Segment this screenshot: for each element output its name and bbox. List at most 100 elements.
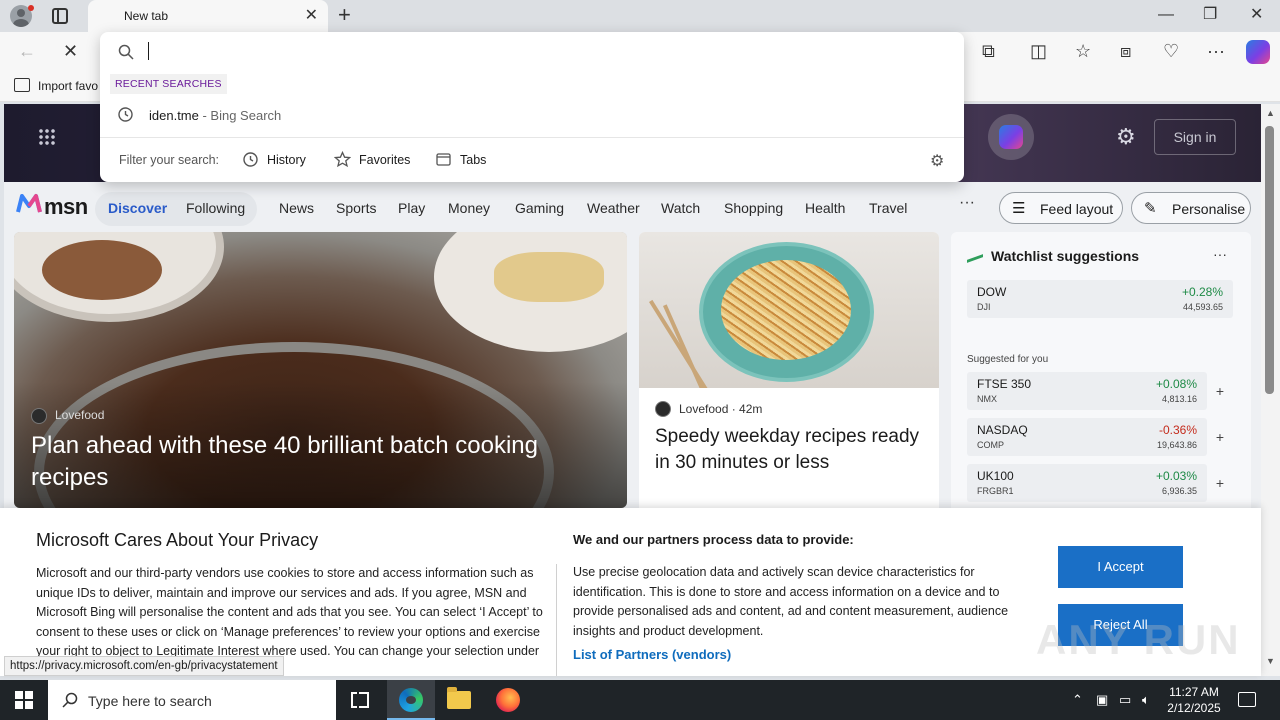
split-screen-icon[interactable]: ◫ (1030, 41, 1047, 61)
stock-value: 19,643.86 (1156, 440, 1197, 450)
restore-icon[interactable]: ❐ (1203, 6, 1217, 24)
stock-value: 6,936.35 (1161, 486, 1197, 496)
msn-logo-text: msn (44, 194, 88, 219)
stock-row-nasdaq[interactable]: NASDAQ COMP -0.36% 19,643.86 (967, 418, 1207, 456)
search-settings-gear-icon[interactable]: ⚙ (930, 151, 944, 171)
personalise-label: Personalise (1172, 201, 1246, 217)
add-to-watchlist-icon[interactable]: + (1211, 382, 1229, 400)
stock-row-dow[interactable]: DOW DJI +0.28% 44,593.65 (967, 280, 1233, 318)
collections-icon[interactable]: ⧈ (1120, 41, 1131, 61)
apps-grid-icon[interactable] (38, 128, 56, 146)
add-to-watchlist-icon[interactable]: + (1211, 428, 1229, 446)
taskbar-search-box[interactable]: Type here to search (48, 680, 336, 720)
nav-travel[interactable]: Travel (869, 200, 907, 216)
source-logo-icon (31, 408, 47, 424)
profile-notification-dot (28, 5, 34, 11)
network-icon[interactable]: ▭ (1119, 692, 1131, 708)
card-image-plate (14, 232, 224, 322)
device-icon[interactable]: ▣ (1096, 692, 1108, 708)
status-bar-url: https://privacy.microsoft.com/en-gb/priv… (4, 656, 284, 676)
nav-shopping[interactable]: Shopping (724, 200, 783, 216)
filter-history-button[interactable]: History (242, 148, 312, 172)
filter-tabs-button[interactable]: Tabs (435, 148, 495, 172)
task-view-button[interactable] (336, 680, 384, 720)
nav-gaming[interactable]: Gaming (515, 200, 564, 216)
import-favorites-link[interactable]: Import favo (38, 79, 98, 93)
stock-change: +0.28% (1181, 285, 1223, 299)
sign-in-button[interactable]: Sign in (1154, 119, 1236, 155)
close-tab-icon[interactable]: ✕ (305, 8, 318, 24)
side-article-card[interactable]: Lovefood · 42m Speedy weekday recipes re… (639, 232, 939, 532)
list-of-partners-link[interactable]: List of Partners (vendors) (573, 647, 731, 662)
add-to-watchlist-icon[interactable]: + (1211, 474, 1229, 492)
source-logo-icon (655, 401, 671, 417)
clock-time: 11:27 AM (1169, 685, 1219, 699)
import-favorites-icon (14, 78, 30, 92)
windows-start-icon[interactable] (15, 691, 33, 709)
watchlist-more-icon[interactable]: ··· (1213, 246, 1227, 262)
recent-search-item[interactable]: iden.tme - Bing Search (100, 100, 964, 128)
nav-more-icon[interactable]: ··· (959, 194, 975, 212)
filter-history-label: History (267, 153, 306, 167)
volume-icon[interactable]: 🔈︎ (1142, 692, 1150, 708)
show-hidden-icons-chevron-icon[interactable]: ⌃ (1072, 692, 1083, 708)
browser-essentials-icon[interactable]: ♡ (1163, 41, 1179, 61)
main-article-card[interactable]: Lovefood Plan ahead with these 40 brilli… (14, 232, 627, 508)
stop-loading-icon[interactable]: ✕ (63, 41, 78, 61)
page-scrollbar[interactable]: ▲ ▼ (1261, 104, 1280, 676)
filter-tabs-label: Tabs (460, 153, 487, 167)
personalise-button[interactable]: ✎ Personalise (1131, 192, 1251, 224)
nav-news[interactable]: News (279, 200, 314, 216)
favorites-star-icon[interactable]: ☆ (1075, 41, 1091, 61)
watchlist-card: Watchlist suggestions ··· DOW DJI +0.28%… (951, 232, 1251, 532)
page-copilot-icon[interactable] (988, 114, 1034, 160)
privacy-purposes: Use precise geolocation data and activel… (573, 565, 1009, 638)
nav-health[interactable]: Health (805, 200, 845, 216)
side-article-image (639, 232, 939, 388)
msn-butterfly-icon (16, 194, 42, 213)
new-tab-icon[interactable]: + (338, 4, 351, 26)
accept-button[interactable]: I Accept (1058, 546, 1183, 588)
nav-watch[interactable]: Watch (661, 200, 700, 216)
nav-sports[interactable]: Sports (336, 200, 376, 216)
scroll-up-arrow-icon[interactable]: ▲ (1266, 108, 1275, 118)
watchlist-title: Watchlist suggestions (991, 248, 1140, 264)
scroll-down-arrow-icon[interactable]: ▼ (1266, 656, 1275, 666)
history-clock-icon (118, 107, 133, 122)
taskbar-edge-button[interactable] (387, 680, 435, 720)
close-window-icon[interactable]: ✕ (1250, 6, 1263, 24)
stock-change: -0.36% (1158, 423, 1197, 437)
taskbar-firefox-button[interactable] (484, 680, 532, 720)
feed-layout-button[interactable]: ☰ Feed layout (999, 192, 1123, 224)
title-bar: New tab ✕ + — ❐ ✕ (0, 0, 1280, 32)
tab-new-tab[interactable]: New tab ✕ (88, 0, 328, 32)
watermark-text: ANY RUN (1036, 616, 1241, 663)
history-clock-icon (243, 152, 258, 167)
taskbar-clock[interactable]: 11:27 AM 2/12/2025 (1162, 684, 1226, 716)
nav-play[interactable]: Play (398, 200, 425, 216)
address-input-caret[interactable] (148, 42, 149, 60)
tab-actions-icon[interactable] (52, 8, 68, 24)
copilot-icon[interactable] (1246, 40, 1270, 64)
feed-layout-label: Feed layout (1040, 201, 1114, 217)
stock-row-uk100[interactable]: UK100 FRGBR1 +0.03% 6,936.35 (967, 464, 1207, 502)
nav-following[interactable]: Following (186, 200, 245, 216)
scroll-thumb[interactable] (1265, 126, 1274, 394)
stock-row-ftse350[interactable]: FTSE 350 NMX +0.08% 4,813.16 (967, 372, 1207, 410)
side-article-title[interactable]: Speedy weekday recipes ready in 30 minut… (655, 424, 925, 476)
back-icon[interactable]: ← (18, 41, 36, 61)
main-article-title[interactable]: Plan ahead with these 40 brilliant batch… (31, 430, 611, 494)
nav-weather[interactable]: Weather (587, 200, 640, 216)
clock-date: 2/12/2025 (1167, 701, 1221, 715)
card-image-plate (434, 232, 627, 352)
nav-discover[interactable]: Discover (108, 200, 167, 216)
minimize-icon[interactable]: — (1158, 6, 1174, 24)
extensions-icon[interactable]: ⧉ (982, 41, 995, 61)
taskbar-file-explorer-button[interactable] (435, 680, 483, 720)
notifications-icon[interactable] (1238, 692, 1256, 707)
personalise-icon: ✎ (1144, 200, 1157, 217)
page-settings-gear-icon[interactable]: ⚙ (1116, 124, 1136, 150)
more-menu-icon[interactable]: ··· (1207, 41, 1225, 61)
filter-favorites-button[interactable]: Favorites (334, 148, 414, 172)
nav-money[interactable]: Money (448, 200, 490, 216)
